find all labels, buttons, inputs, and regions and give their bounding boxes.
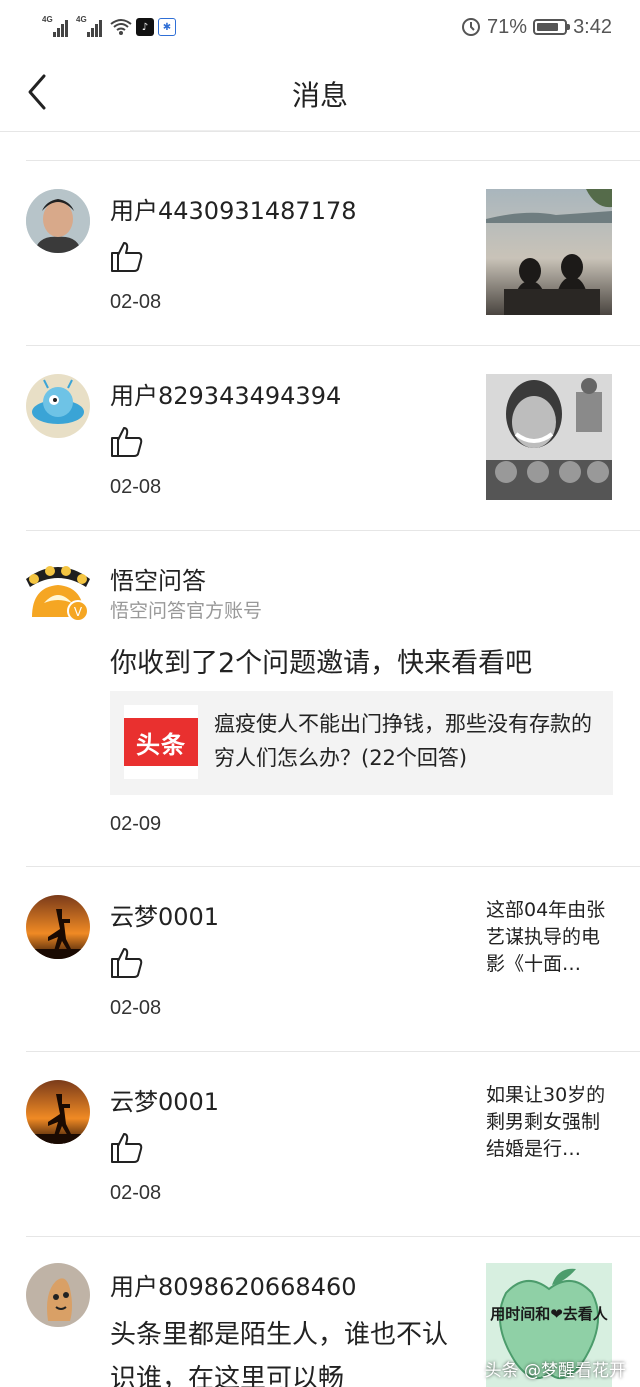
- list-item[interactable]: 用户4430931487178 02-08: [0, 161, 640, 346]
- username[interactable]: 用户8098620668460: [110, 1267, 357, 1302]
- data-saver-icon: [462, 18, 481, 36]
- page-title: 消息: [291, 79, 348, 112]
- battery-percent: 71%: [487, 15, 528, 38]
- message-date: 02-09: [110, 813, 162, 835]
- signal-icon: 4G: [76, 15, 106, 37]
- header: 消息: [0, 56, 640, 132]
- username[interactable]: 悟空问答: [110, 561, 206, 596]
- thumbnail-caption: 用时间和❤去看人: [490, 1305, 608, 1323]
- list-item[interactable]: 云梦0001 02-08 这部04年由张艺谋执导的电影《十面…: [0, 867, 640, 1052]
- clock: 3:42: [573, 15, 612, 38]
- avatar[interactable]: [26, 895, 90, 959]
- battery-icon: [533, 19, 571, 35]
- toutiao-logo-icon: 头条: [124, 705, 198, 779]
- list-item[interactable]: V 悟空问答 悟空问答官方账号 你收到了2个问题邀请，快来看看吧 头条 瘟疫使人…: [0, 531, 640, 867]
- status-bar: 4G 4G ♪ ✱ 71% 3:42: [0, 0, 640, 56]
- avatar[interactable]: V: [22, 557, 94, 623]
- app-notification-icon: ✱: [158, 18, 176, 36]
- article-snippet[interactable]: 如果让30岁的剩男剩女强制结婚是行…: [486, 1082, 616, 1163]
- article-thumbnail[interactable]: [486, 189, 612, 315]
- question-text: 瘟疫使人不能出门挣钱，那些没有存款的穷人们怎么办？(22个回答): [214, 712, 592, 770]
- avatar[interactable]: [26, 1263, 90, 1327]
- article-thumbnail[interactable]: [486, 374, 612, 500]
- wifi-icon: [110, 19, 132, 35]
- username[interactable]: 用户4430931487178: [110, 191, 357, 226]
- message-date: 02-08: [110, 476, 162, 498]
- tiktok-icon: ♪: [136, 18, 154, 36]
- list-item[interactable]: 用户829343494394 02-08: [0, 346, 640, 531]
- svg-text:V: V: [74, 605, 83, 619]
- username[interactable]: 用户829343494394: [110, 376, 341, 411]
- avatar[interactable]: [26, 189, 90, 253]
- username[interactable]: 云梦0001: [110, 897, 219, 932]
- thumbs-up-icon: [111, 242, 143, 272]
- avatar[interactable]: [26, 1080, 90, 1144]
- username[interactable]: 云梦0001: [110, 1082, 219, 1117]
- signal-icon: 4G: [42, 15, 72, 37]
- divider: [130, 130, 280, 131]
- account-subtitle: 悟空问答官方账号: [110, 600, 263, 622]
- thumbs-up-icon: [111, 1133, 143, 1163]
- message-date: 02-08: [110, 1182, 162, 1204]
- message-date: 02-08: [110, 997, 162, 1019]
- article-snippet[interactable]: 这部04年由张艺谋执导的电影《十面…: [486, 897, 616, 978]
- thumbs-up-icon: [111, 948, 143, 978]
- message-date: 02-08: [110, 291, 162, 313]
- list-item[interactable]: 云梦0001 02-08 如果让30岁的剩男剩女强制结婚是行…: [0, 1052, 640, 1237]
- avatar[interactable]: [26, 374, 90, 438]
- message-text: 你收到了2个问题邀请，快来看看吧: [110, 648, 533, 679]
- watermark: 头条 @梦醒看花开: [484, 1361, 626, 1381]
- message-text: 头条里都是陌生人，谁也不认识谁，在这里可以畅: [110, 1320, 449, 1387]
- question-card[interactable]: 头条 瘟疫使人不能出门挣钱，那些没有存款的穷人们怎么办？(22个回答): [110, 691, 613, 795]
- thumbs-up-icon: [111, 427, 143, 457]
